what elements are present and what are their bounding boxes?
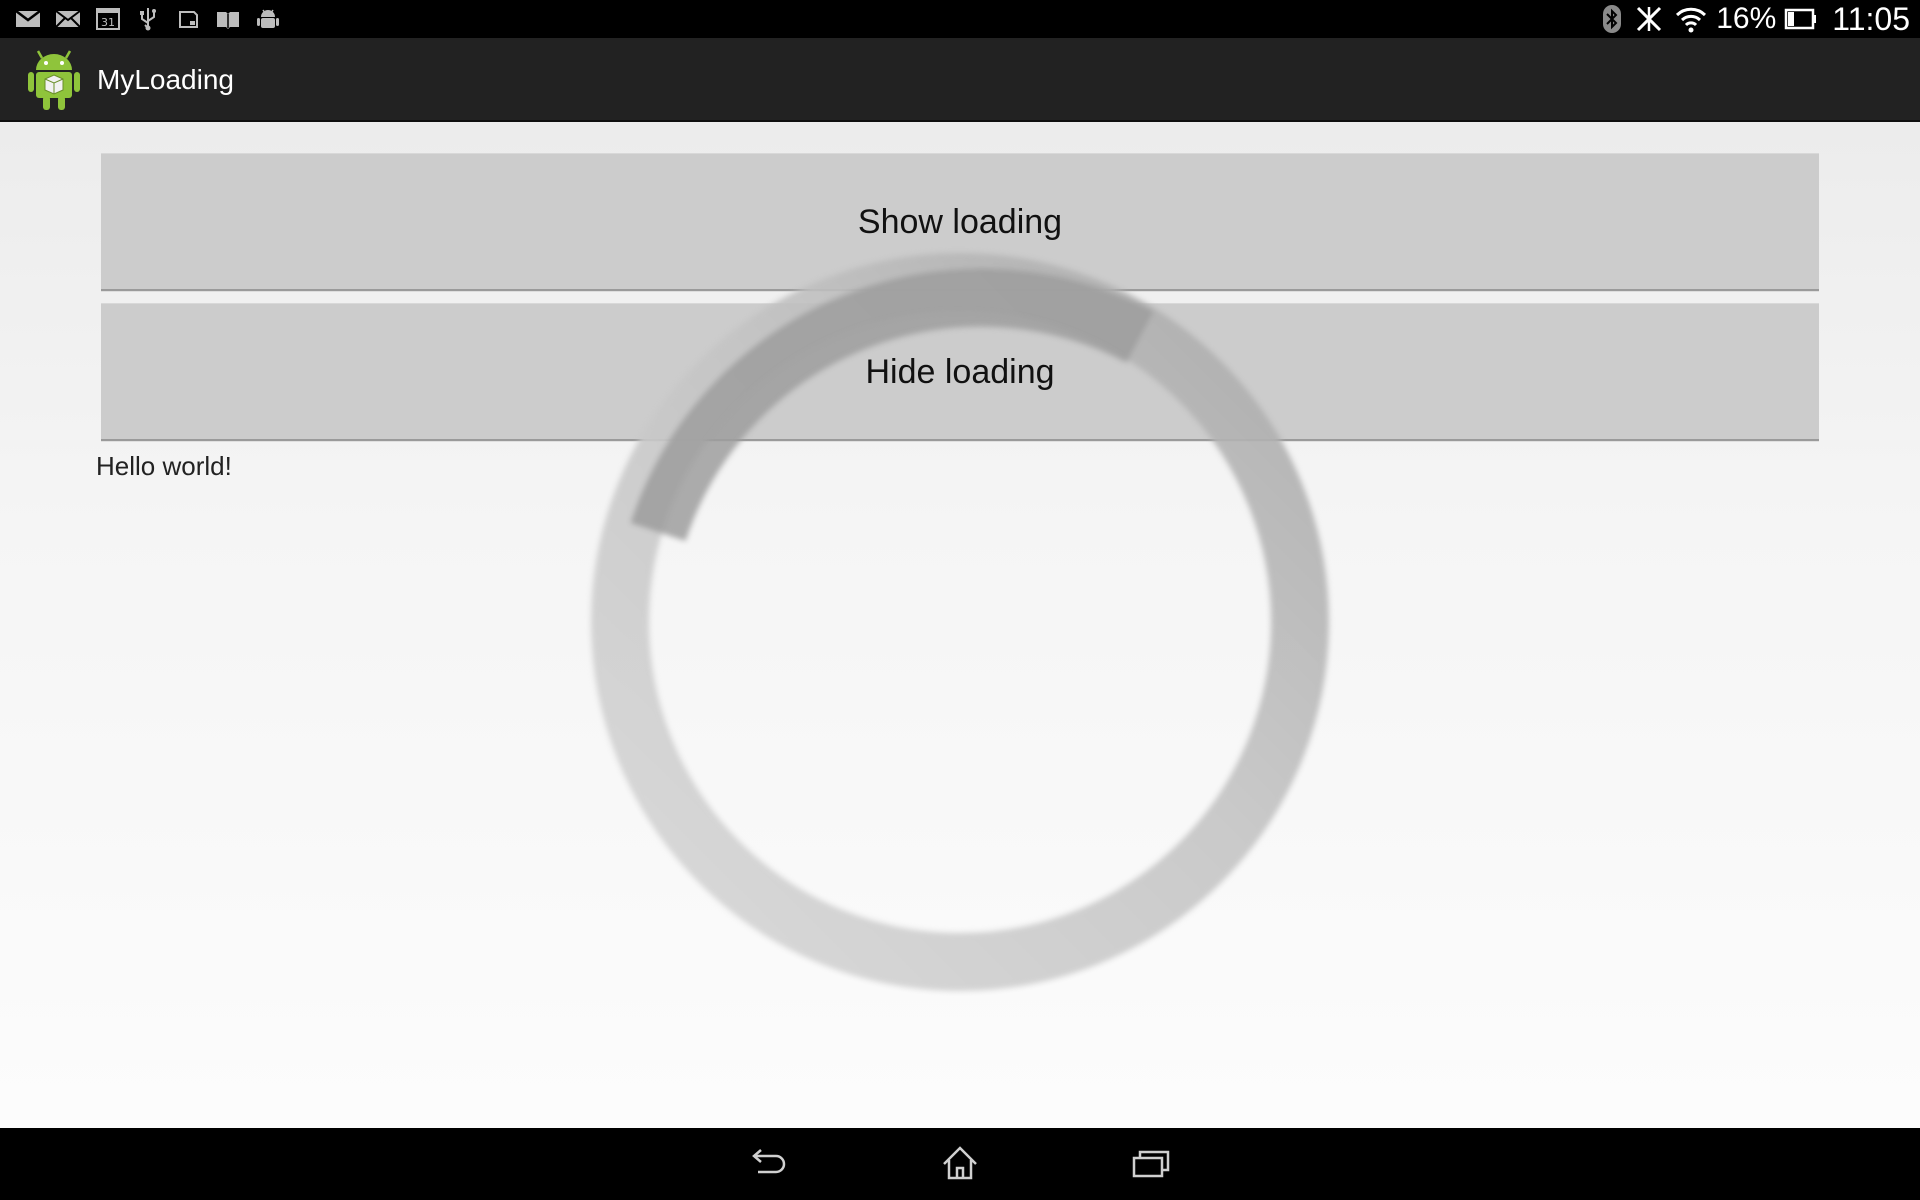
- loading-spinner: [591, 253, 1329, 991]
- bluetooth-icon: [1603, 5, 1622, 33]
- calendar-icon: 31: [94, 6, 122, 32]
- wifi-icon: [1676, 7, 1707, 33]
- battery-icon: [1785, 8, 1817, 30]
- system-status: 16% 11:05: [1600, 0, 1910, 38]
- main-content: Show loading Hide loading Hello world!: [0, 122, 1920, 1128]
- status-bar: 31 16% 11:05: [0, 0, 1920, 38]
- android-debug-icon: [254, 6, 282, 32]
- gmail-icon: [14, 6, 42, 32]
- app-title: MyLoading: [97, 64, 234, 95]
- home-icon[interactable]: [936, 1142, 984, 1186]
- book-icon: [214, 6, 242, 32]
- usb-icon: [134, 6, 162, 32]
- action-bar: MyLoading: [0, 38, 1920, 122]
- notification-icons: 31: [14, 6, 282, 32]
- calendar-day: 31: [101, 16, 115, 29]
- android-app-icon[interactable]: [26, 48, 82, 112]
- sd-card-icon: [174, 6, 202, 32]
- recent-apps-icon[interactable]: [1128, 1142, 1176, 1186]
- hello-text: Hello world!: [96, 451, 232, 481]
- no-signal-icon: [1637, 6, 1662, 32]
- back-icon[interactable]: [744, 1142, 792, 1186]
- clock: 11:05: [1832, 0, 1910, 37]
- navigation-bar: [0, 1128, 1920, 1200]
- email-icon: [54, 6, 82, 32]
- battery-percent: 16%: [1716, 2, 1777, 35]
